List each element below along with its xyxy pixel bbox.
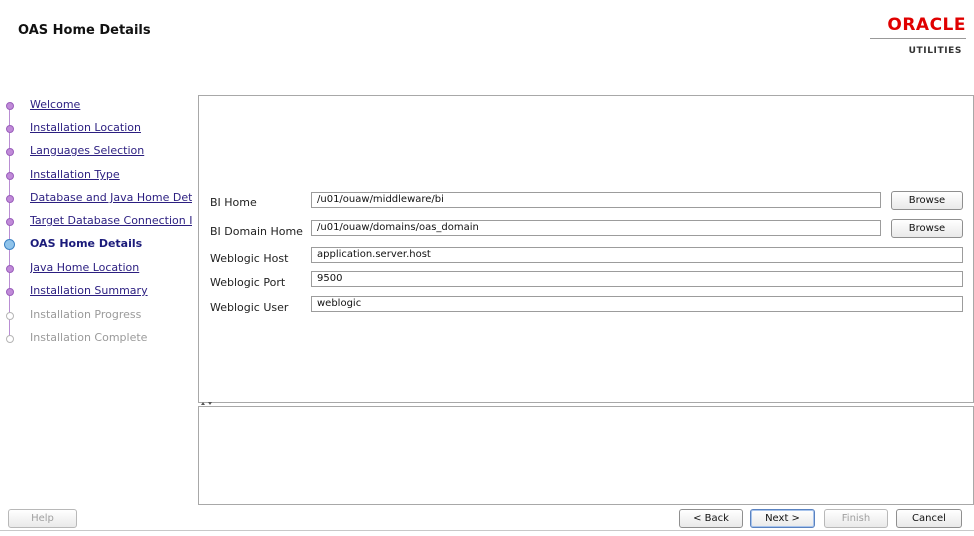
step-label: Installation Location (30, 121, 141, 134)
step-oas-home-details[interactable]: OAS Home Details (0, 236, 196, 258)
bi-domain-home-browse-button[interactable]: Browse (891, 219, 963, 238)
step-installation-summary[interactable]: Installation Summary (0, 283, 196, 305)
weblogic-user-label: Weblogic User (210, 301, 289, 314)
step-label: Installation Complete (30, 331, 148, 344)
step-label: Database and Java Home Det (30, 191, 192, 204)
oracle-utilities-logo: ORACLE UTILITIES (866, 15, 966, 56)
bi-domain-home-label: BI Domain Home (210, 225, 303, 238)
weblogic-host-field[interactable]: application.server.host (311, 247, 963, 263)
step-label: Languages Selection (30, 144, 145, 157)
bi-home-label: BI Home (210, 196, 257, 209)
step-done-icon (6, 172, 14, 180)
step-installation-progress: Installation Progress (0, 307, 196, 329)
cancel-button[interactable]: Cancel (896, 509, 962, 528)
step-installation-complete: Installation Complete (0, 330, 196, 352)
window-bottom-border (0, 530, 974, 531)
bi-home-browse-button[interactable]: Browse (891, 191, 963, 210)
step-java-home-location[interactable]: Java Home Location (0, 260, 196, 282)
step-label: Installation Progress (30, 308, 142, 321)
step-languages-selection[interactable]: Languages Selection (0, 143, 196, 165)
bi-home-field[interactable]: /u01/ouaw/middleware/bi (311, 192, 881, 208)
weblogic-host-label: Weblogic Host (210, 252, 289, 265)
step-label: Installation Summary (30, 284, 148, 297)
finish-button[interactable]: Finish (824, 509, 888, 528)
next-button[interactable]: Next > (750, 509, 815, 528)
message-log-panel (198, 406, 974, 505)
back-button[interactable]: < Back (679, 509, 743, 528)
logo-text: ORACLE (887, 15, 966, 35)
step-installation-location[interactable]: Installation Location (0, 120, 196, 142)
step-done-icon (6, 125, 14, 133)
step-done-icon (6, 218, 14, 226)
step-label: Welcome (30, 98, 81, 111)
step-done-icon (6, 102, 14, 110)
step-done-icon (6, 195, 14, 203)
step-pending-icon (6, 312, 14, 320)
step-label: Java Home Location (30, 261, 140, 274)
weblogic-port-field[interactable]: 9500 (311, 271, 963, 287)
page-title: OAS Home Details (18, 23, 151, 38)
form-panel: BI Home /u01/ouaw/middleware/bi Browse B… (198, 95, 974, 403)
step-label: Installation Type (30, 168, 120, 181)
logo-divider (870, 38, 966, 39)
step-welcome[interactable]: Welcome (0, 97, 196, 119)
step-done-icon (6, 148, 14, 156)
step-database-java-home[interactable]: Database and Java Home Det (0, 190, 196, 212)
help-button[interactable]: Help (8, 509, 77, 528)
step-done-icon (6, 265, 14, 273)
step-installation-type[interactable]: Installation Type (0, 167, 196, 189)
step-pending-icon (6, 335, 14, 343)
logo-subtitle: UTILITIES (908, 46, 962, 56)
step-label: OAS Home Details (30, 237, 143, 250)
bi-domain-home-field[interactable]: /u01/ouaw/domains/oas_domain (311, 220, 881, 236)
step-done-icon (6, 288, 14, 296)
installation-steps: Welcome Installation Location Languages … (0, 95, 196, 355)
weblogic-port-label: Weblogic Port (210, 276, 286, 289)
step-current-icon (4, 239, 15, 250)
weblogic-user-field[interactable]: weblogic (311, 296, 963, 312)
step-label: Target Database Connection I (30, 214, 192, 227)
step-target-database-connection[interactable]: Target Database Connection I (0, 213, 196, 235)
